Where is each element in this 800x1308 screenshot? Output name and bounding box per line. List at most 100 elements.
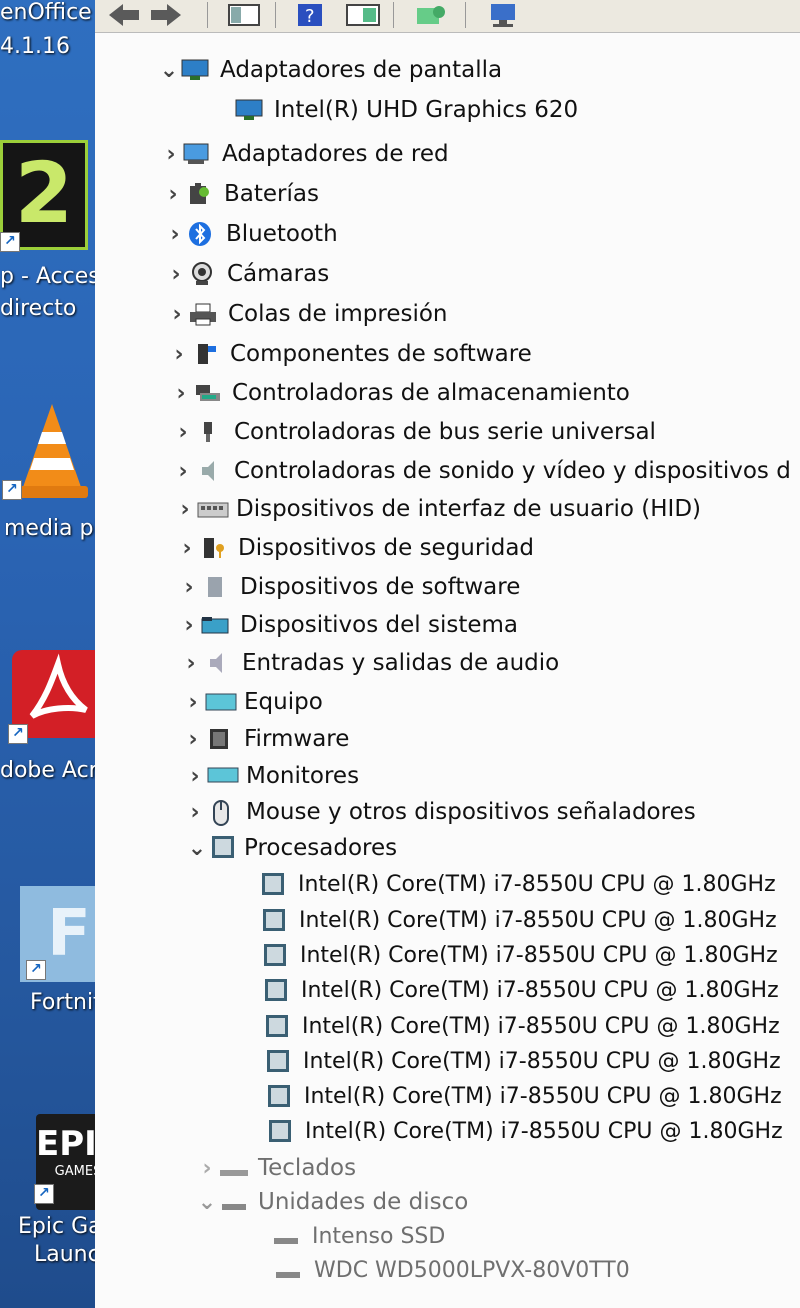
chevron-right-icon[interactable]: › [184, 764, 206, 789]
monitor-device-icon [206, 764, 239, 788]
tree-item-label: Intenso SSD [312, 1223, 446, 1249]
hid-icon [196, 497, 229, 521]
keyboard-icon [218, 1156, 248, 1180]
tree-subitem-cpu[interactable]: Intel(R) Core(TM) i7-8550U CPU @ 1.80GHz [267, 1043, 781, 1079]
tree-item-cameras[interactable]: › Cámaras [165, 256, 329, 292]
tree-item-label: Intel(R) Core(TM) i7-8550U CPU @ 1.80GHz [302, 1013, 780, 1039]
tree-item-processors[interactable]: ⌄ Procesadores [186, 830, 397, 866]
show-hide-tree-icon[interactable] [227, 2, 261, 28]
tree-item-label: Adaptadores de pantalla [220, 57, 503, 83]
tree-item-batteries[interactable]: › Baterías [162, 176, 319, 212]
tree-subitem-cpu[interactable]: Intel(R) Core(TM) i7-8550U CPU @ 1.80GHz [265, 972, 779, 1008]
tree-item-keyboards[interactable]: › Teclados [196, 1150, 356, 1186]
chevron-down-icon[interactable]: ⌄ [196, 1190, 218, 1215]
toolbar-separator [393, 2, 394, 28]
chevron-right-icon[interactable]: › [180, 651, 202, 676]
tree-item-label: Procesadores [244, 835, 398, 861]
monitor-icon[interactable] [485, 2, 521, 28]
tree-item-audio-io[interactable]: › Entradas y salidas de audio [180, 645, 559, 681]
processor-icon [208, 836, 234, 860]
tree-item-label: Dispositivos del sistema [240, 612, 518, 638]
chevron-right-icon[interactable]: › [164, 222, 186, 247]
tree-subitem-gpu[interactable]: Intel(R) UHD Graphics 620 [234, 92, 578, 128]
tree-item-disk-drives[interactable]: ⌄ Unidades de disco [196, 1184, 469, 1220]
chevron-right-icon[interactable]: › [174, 497, 196, 522]
software-component-icon [190, 342, 220, 366]
tree-item-bluetooth[interactable]: › Bluetooth [164, 216, 337, 252]
tree-subitem-cpu[interactable]: Intel(R) Core(TM) i7-8550U CPU @ 1.80GHz [264, 937, 778, 973]
storage-controller-icon [192, 381, 222, 405]
chevron-right-icon[interactable]: › [170, 381, 192, 406]
display-adapter-icon [234, 98, 264, 122]
chevron-right-icon[interactable]: › [166, 302, 188, 327]
chevron-right-icon[interactable]: › [178, 613, 200, 638]
tree-item-storage-controllers[interactable]: › Controladoras de almacenamiento [170, 375, 630, 411]
tree-item-sound-video-controllers[interactable]: › Controladoras de sonido y vídeo y disp… [172, 453, 790, 489]
tree-item-firmware[interactable]: › Firmware [182, 721, 349, 757]
chevron-right-icon[interactable]: › [178, 575, 200, 600]
forward-arrow-icon[interactable] [149, 2, 183, 28]
tree-subitem-disk[interactable]: WDC WD5000LPVX-80V0TT0 [274, 1252, 630, 1288]
chevron-right-icon[interactable]: › [165, 262, 187, 287]
tree-item-label: Intel(R) UHD Graphics 620 [274, 97, 579, 123]
chevron-right-icon[interactable]: › [172, 420, 194, 445]
tree-item-label: Equipo [244, 689, 323, 715]
chevron-right-icon[interactable]: › [196, 1156, 218, 1181]
tree-item-display-adapters[interactable]: ⌄ Adaptadores de pantalla [158, 52, 502, 88]
network-adapter-icon [182, 142, 212, 166]
chevron-right-icon[interactable]: › [160, 142, 182, 167]
chevron-down-icon[interactable]: ⌄ [186, 836, 208, 861]
desktop-icon-label[interactable]: p - Acces [0, 264, 100, 290]
tree-subitem-disk[interactable]: Intenso SSD [272, 1218, 445, 1254]
tree-item-label: Dispositivos de interfaz de usuario (HID… [236, 496, 701, 522]
tree-item-label: Intel(R) Core(TM) i7-8550U CPU @ 1.80GHz [303, 1048, 781, 1074]
tree-item-software-components[interactable]: › Componentes de software [168, 336, 531, 372]
chevron-right-icon[interactable]: › [172, 459, 194, 484]
tree-item-label: Unidades de disco [258, 1189, 469, 1215]
tree-item-mice[interactable]: › Mouse y otros dispositivos señaladores [184, 794, 696, 830]
tree-item-monitors[interactable]: › Monitores [184, 758, 359, 794]
chevron-right-icon[interactable]: › [168, 342, 190, 367]
back-arrow-icon[interactable] [107, 2, 141, 28]
tree-item-security-devices[interactable]: › Dispositivos de seguridad [176, 530, 534, 566]
system-device-icon [200, 613, 230, 637]
printer-icon [188, 302, 218, 326]
properties-icon[interactable] [345, 2, 381, 28]
display-adapter-icon [180, 58, 210, 82]
tree-item-usb-controllers[interactable]: › Controladoras de bus serie universal [172, 414, 656, 450]
tree-item-network-adapters[interactable]: › Adaptadores de red [160, 136, 448, 172]
tree-subitem-cpu[interactable]: Intel(R) Core(TM) i7-8550U CPU @ 1.80GHz [266, 1008, 780, 1044]
tree-subitem-cpu[interactable]: Intel(R) Core(TM) i7-8550U CPU @ 1.80GHz [263, 902, 777, 938]
tree-item-computer[interactable]: › Equipo [182, 684, 323, 720]
tree-item-print-queues[interactable]: › Colas de impresión [166, 296, 447, 332]
tree-item-system-devices[interactable]: › Dispositivos del sistema [178, 607, 518, 643]
tree-item-label: Monitores [246, 763, 360, 789]
shortcut-arrow-icon: ↗ [0, 232, 20, 252]
tree-item-hid-devices[interactable]: › Dispositivos de interfaz de usuario (H… [174, 491, 701, 527]
desktop-app-label[interactable]: enOffice [0, 0, 92, 26]
tree-subitem-cpu[interactable]: Intel(R) Core(TM) i7-8550U CPU @ 1.80GHz [269, 1113, 783, 1149]
toolbar-separator [465, 2, 466, 28]
tree-subitem-cpu[interactable]: Intel(R) Core(TM) i7-8550U CPU @ 1.80GHz [262, 866, 776, 902]
chevron-down-icon[interactable]: ⌄ [158, 58, 180, 83]
audio-io-icon [202, 651, 232, 675]
chevron-right-icon[interactable]: › [182, 727, 204, 752]
chevron-right-icon[interactable]: › [182, 690, 204, 715]
tree-item-software-devices[interactable]: › Dispositivos de software [178, 569, 520, 605]
help-icon[interactable]: ? [295, 2, 325, 28]
chevron-right-icon[interactable]: › [184, 800, 206, 825]
processor-icon [265, 979, 287, 1001]
processor-icon [266, 1015, 288, 1037]
tree-item-label: Controladoras de almacenamiento [232, 380, 630, 406]
security-device-icon [198, 536, 228, 560]
desktop-icon-label[interactable]: directo [0, 296, 76, 322]
toolbar-separator [275, 2, 276, 28]
processor-icon [262, 873, 284, 895]
scan-hardware-icon[interactable] [413, 2, 449, 28]
chevron-right-icon[interactable]: › [176, 536, 198, 561]
vlc-cone-icon[interactable] [12, 400, 92, 500]
chevron-right-icon[interactable]: › [162, 182, 184, 207]
tree-subitem-cpu[interactable]: Intel(R) Core(TM) i7-8550U CPU @ 1.80GHz [268, 1078, 782, 1114]
bluetooth-icon [186, 222, 216, 246]
disk-drive-icon [274, 1258, 304, 1282]
